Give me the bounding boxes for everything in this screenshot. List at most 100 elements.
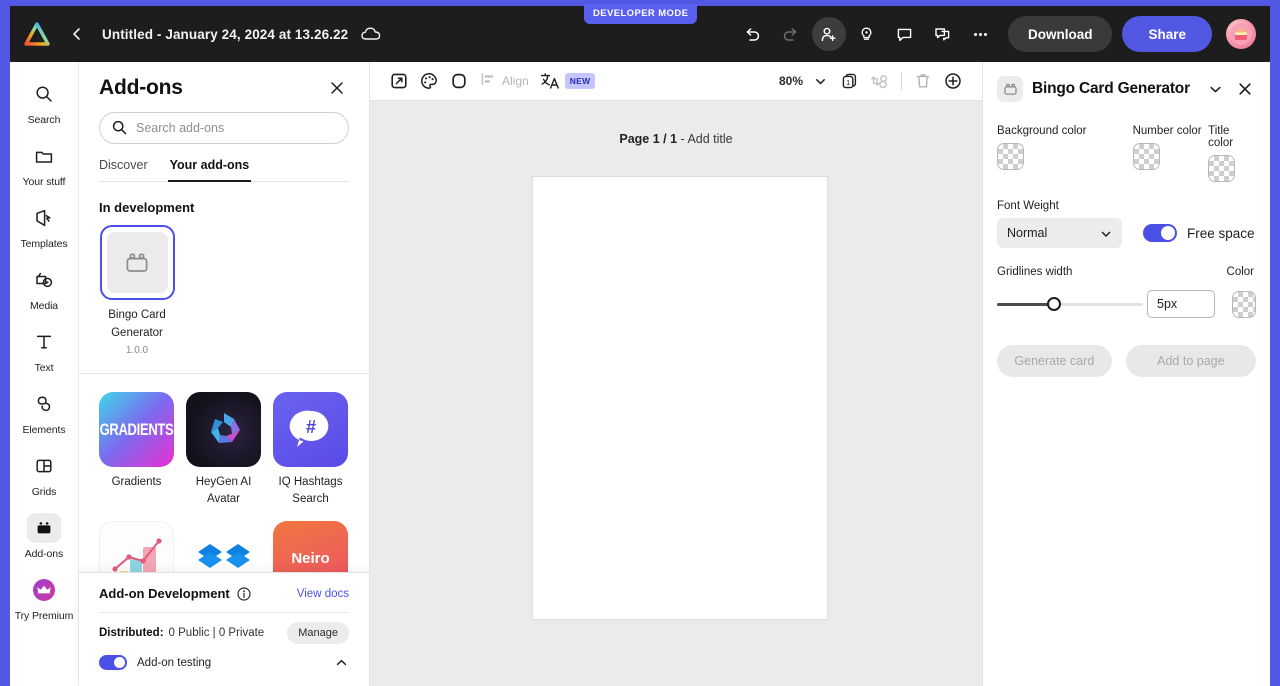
color-palette-icon[interactable] bbox=[414, 66, 444, 96]
list-item[interactable]: HeyGen AI Avatar bbox=[186, 391, 261, 510]
font-weight-value: Normal bbox=[1007, 226, 1048, 240]
add-collaborator-icon[interactable] bbox=[811, 17, 846, 51]
chevron-down-icon[interactable] bbox=[1204, 78, 1226, 100]
adobe-express-logo-icon[interactable] bbox=[22, 19, 52, 49]
addons-search bbox=[99, 112, 349, 144]
trash-icon[interactable] bbox=[908, 66, 938, 96]
new-badge: NEW bbox=[564, 73, 596, 89]
copy-icon[interactable] bbox=[926, 17, 960, 51]
heygen-logo-icon bbox=[210, 413, 240, 444]
background-color-swatch[interactable] bbox=[997, 143, 1024, 170]
add-page-icon[interactable] bbox=[938, 66, 968, 96]
title-color-swatch[interactable] bbox=[1208, 155, 1236, 182]
close-icon[interactable] bbox=[325, 76, 349, 100]
sidebar-item-templates[interactable]: Templates bbox=[13, 196, 76, 256]
gridlines-width-input[interactable]: 5px bbox=[1147, 290, 1215, 318]
sidebar-item-label: Templates bbox=[20, 238, 68, 250]
list-item[interactable]: GRADIENTS Gradients bbox=[99, 391, 174, 510]
elements-icon bbox=[27, 389, 61, 419]
sidebar-item-elements[interactable]: Elements bbox=[13, 382, 76, 442]
addon-placeholder-icon bbox=[106, 232, 168, 293]
sidebar-item-add-ons[interactable]: Add-ons bbox=[13, 506, 76, 566]
templates-icon bbox=[27, 203, 61, 233]
more-options-icon[interactable] bbox=[964, 17, 998, 51]
chevron-down-icon[interactable] bbox=[805, 66, 835, 96]
sidebar-item-label: Elements bbox=[22, 424, 66, 436]
comment-icon[interactable] bbox=[888, 17, 922, 51]
sidebar-item-media[interactable]: Media bbox=[13, 258, 76, 318]
share-button[interactable]: Share bbox=[1122, 16, 1212, 52]
sidebar-item-your-stuff[interactable]: Your stuff bbox=[13, 134, 76, 194]
free-space-toggle[interactable] bbox=[1143, 224, 1177, 242]
font-weight-label: Font Weight bbox=[997, 200, 1059, 212]
addons-icon bbox=[27, 513, 61, 543]
free-space-control: Free space bbox=[1143, 224, 1255, 242]
number-color-field: Number color bbox=[1132, 125, 1209, 182]
number-color-swatch[interactable] bbox=[1132, 143, 1160, 170]
zoom-control[interactable]: 80% bbox=[779, 66, 835, 96]
distributed-value: 0 Public | 0 Private bbox=[168, 627, 265, 639]
align-icon bbox=[480, 71, 496, 92]
generate-card-button[interactable]: Generate card bbox=[997, 345, 1112, 377]
animate-icon[interactable] bbox=[865, 66, 895, 96]
chevron-up-icon[interactable] bbox=[335, 656, 349, 670]
canvas-page[interactable] bbox=[533, 177, 827, 619]
lightbulb-icon[interactable] bbox=[850, 17, 884, 51]
crown-icon bbox=[27, 575, 61, 605]
pages-icon[interactable]: 1 bbox=[835, 66, 865, 96]
document-title[interactable]: Untitled - January 24, 2024 at 13.26.22 bbox=[102, 27, 348, 42]
page-title: Add-ons bbox=[99, 76, 183, 99]
search-input[interactable] bbox=[99, 112, 349, 144]
tab-discover[interactable]: Discover bbox=[99, 158, 148, 181]
color-fields-row: Background color Number color Title colo… bbox=[997, 125, 1256, 182]
addon-iframe-panel: Bingo Card Generator Background color Nu… bbox=[982, 62, 1270, 686]
addon-panel-header: Bingo Card Generator bbox=[997, 76, 1256, 102]
list-item[interactable]: # IQ Hashtags Search bbox=[273, 391, 348, 510]
addon-panel-title: Bingo Card Generator bbox=[1032, 80, 1190, 97]
translate-icon[interactable] bbox=[535, 66, 565, 96]
gridlines-width-slider[interactable] bbox=[997, 297, 1143, 311]
toggle-knob bbox=[1161, 226, 1175, 240]
add-to-page-button[interactable]: Add to page bbox=[1125, 345, 1256, 377]
sidebar-item-search[interactable]: Search bbox=[13, 72, 76, 132]
addon-thumbnail[interactable] bbox=[186, 391, 261, 467]
search-icon bbox=[111, 119, 128, 136]
window-edge-left bbox=[0, 0, 10, 686]
addon-thumbnail[interactable]: GRADIENTS bbox=[99, 391, 174, 467]
text-icon bbox=[27, 327, 61, 357]
rounded-square-icon[interactable] bbox=[444, 66, 474, 96]
addon-testing-toggle[interactable] bbox=[99, 655, 127, 670]
redo-icon[interactable] bbox=[774, 17, 808, 51]
close-icon[interactable] bbox=[1234, 78, 1256, 100]
slider-thumb[interactable] bbox=[1047, 297, 1061, 311]
gridlines-color-swatch[interactable] bbox=[1231, 290, 1257, 318]
media-icon bbox=[27, 265, 61, 295]
svg-text:#: # bbox=[305, 417, 315, 437]
sidebar-item-label: Add-ons bbox=[24, 548, 64, 560]
undo-icon[interactable] bbox=[736, 17, 770, 51]
zoom-value: 80% bbox=[778, 74, 803, 88]
back-button[interactable] bbox=[66, 23, 88, 45]
download-button[interactable]: Download bbox=[1007, 16, 1113, 52]
avatar[interactable] bbox=[1226, 19, 1256, 49]
font-weight-row: Normal Free space bbox=[997, 218, 1256, 248]
info-icon[interactable] bbox=[237, 586, 251, 601]
page-label[interactable]: Page 1 / 1 - Add title bbox=[370, 132, 982, 146]
in-development-title: In development bbox=[99, 200, 195, 215]
sidebar-item-label: Search bbox=[27, 114, 61, 126]
resize-icon[interactable] bbox=[384, 66, 414, 96]
sidebar-item-try-premium[interactable]: Try Premium bbox=[13, 568, 76, 628]
addon-thumb-text: GRADIENTS bbox=[99, 419, 174, 439]
tab-your-addons[interactable]: Your add-ons bbox=[167, 158, 251, 182]
sidebar-item-grids[interactable]: Grids bbox=[13, 444, 76, 504]
addon-testing-label: Add-on testing bbox=[137, 656, 212, 669]
addon-thumbnail[interactable]: # bbox=[273, 391, 348, 467]
view-docs-link[interactable]: View docs bbox=[297, 588, 349, 600]
manage-button[interactable]: Manage bbox=[287, 622, 349, 644]
addon-thumbnail[interactable] bbox=[99, 225, 175, 300]
sidebar-item-label: Media bbox=[29, 300, 59, 312]
font-weight-select[interactable]: Normal bbox=[997, 218, 1122, 248]
list-item[interactable]: Bingo Card Generator 1.0.0 bbox=[99, 225, 175, 356]
sidebar-item-text[interactable]: Text bbox=[13, 320, 76, 380]
cloud-saved-icon bbox=[360, 24, 382, 44]
